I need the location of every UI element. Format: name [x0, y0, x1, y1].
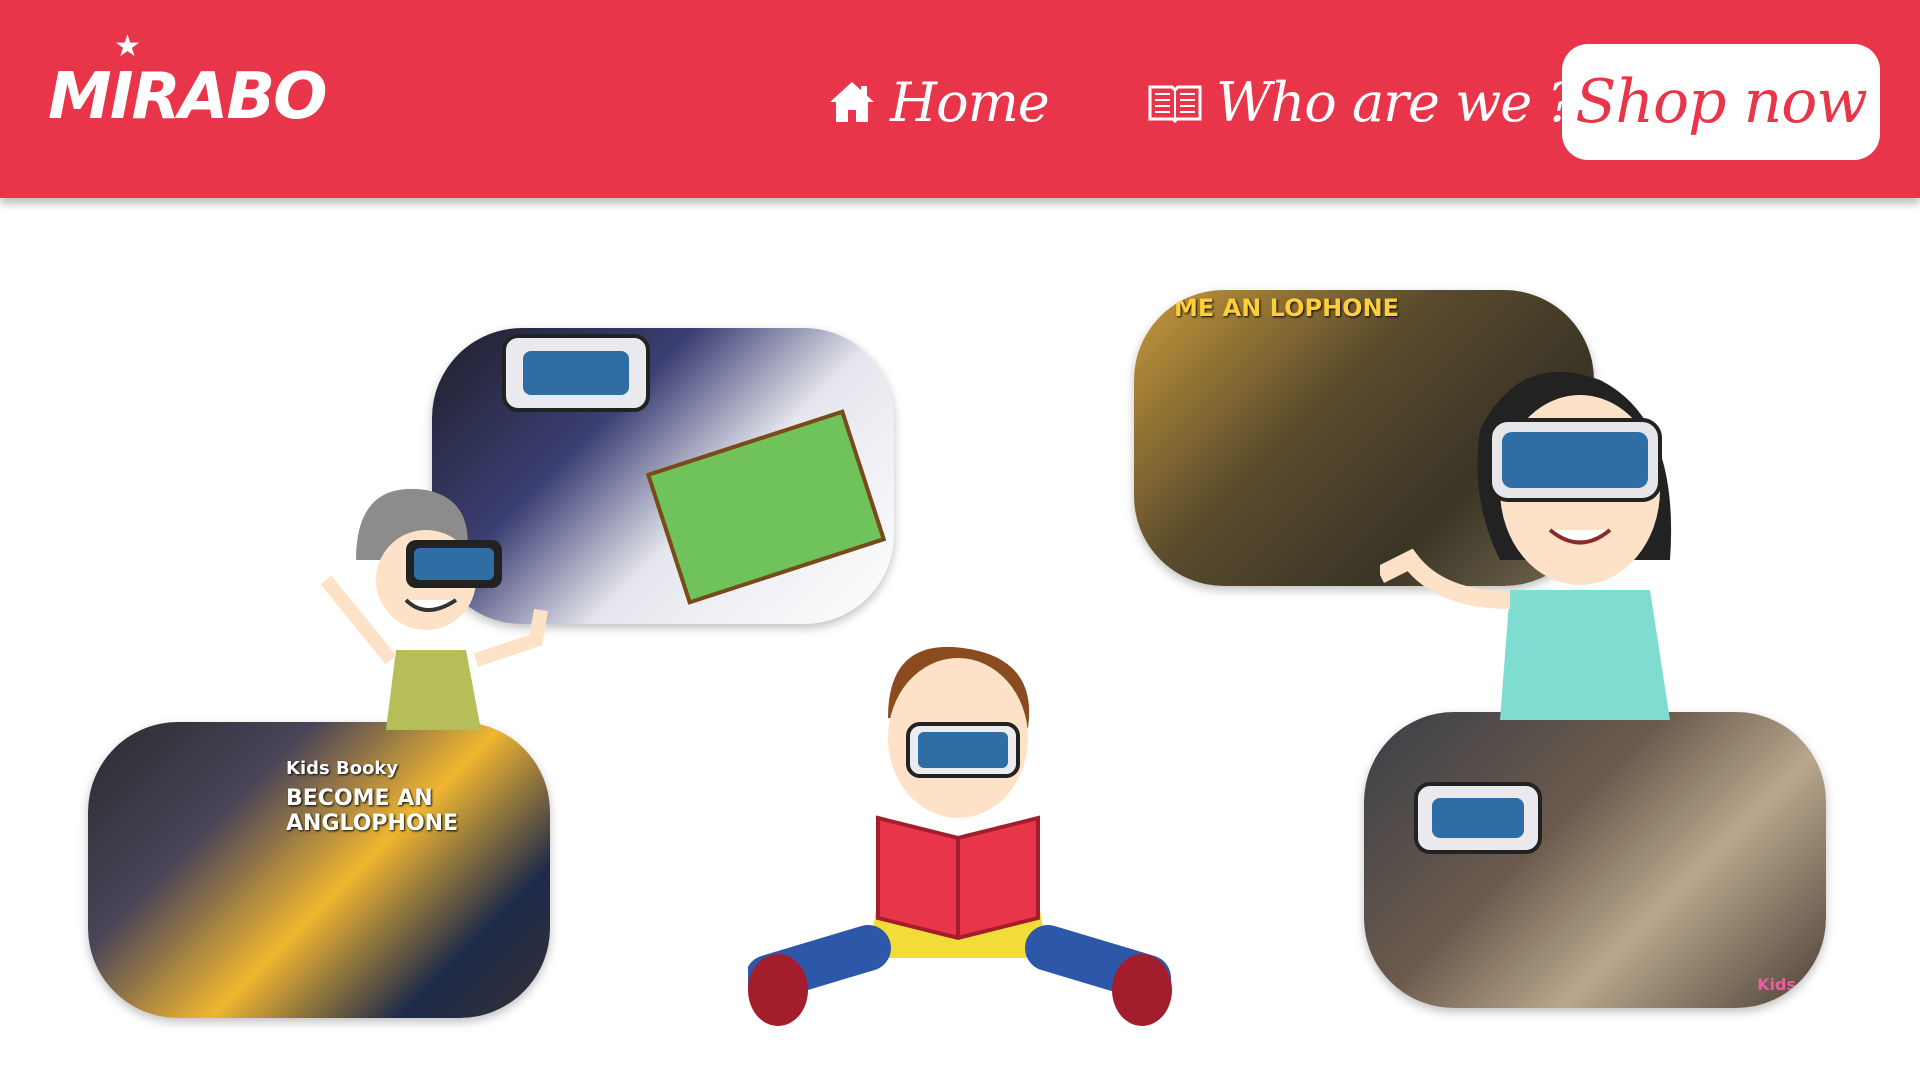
poster-headline: BECOME AN ANGLOPHONE [286, 786, 459, 836]
home-icon [830, 82, 874, 122]
top-navigation-bar: ★ MIRABO Home Who are we ? Shop now [0, 0, 1920, 198]
photo-kids-booky-booth: Kids Booky BECOME AN ANGLOPHONE [88, 722, 550, 1018]
logo-text: MIRABO [48, 60, 327, 134]
nav-home-link[interactable]: Home [828, 62, 1050, 142]
poster-text: ME AN LOPHONE [1174, 294, 1400, 322]
vr-headset-graphic [1414, 782, 1542, 854]
book-icon [1148, 85, 1202, 123]
cartoon-girl-presenting-illustration [1380, 371, 1672, 720]
mirabo-logo[interactable]: ★ MIRABO [48, 32, 327, 133]
nav-home-label: Home [890, 70, 1050, 134]
nav-who-are-we-label: Who are we ? [1216, 70, 1576, 134]
shop-now-button[interactable]: Shop now [1562, 44, 1880, 160]
nav-who-are-we-link[interactable]: Who are we ? [1148, 62, 1576, 142]
vr-headset-graphic [502, 334, 650, 412]
poster-brand: Kids Booky [286, 758, 399, 779]
star-icon: ★ [114, 29, 141, 64]
photo-kids-reading-vr: Kids [1364, 712, 1826, 1008]
book-page-graphic [645, 409, 887, 605]
shop-now-label: Shop now [1575, 67, 1867, 137]
cartoon-boy-reading-illustration [748, 646, 1172, 1026]
watermark-text: Kids [1757, 975, 1796, 994]
cartoon-boy-cheering-illustration [320, 488, 548, 730]
